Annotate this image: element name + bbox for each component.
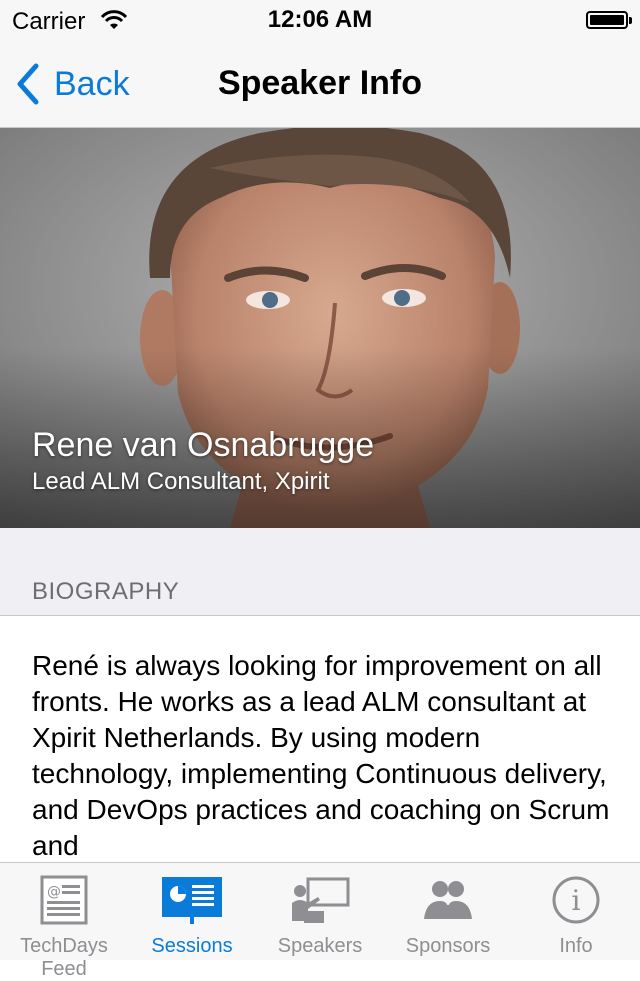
tab-techdays-feed[interactable]: @ TechDays Feed: [0, 863, 128, 980]
presentation-icon: [162, 877, 222, 924]
section-header: BIOGRAPHY: [0, 528, 640, 616]
group-icon: [424, 881, 472, 919]
tab-label: TechDays Feed: [20, 935, 108, 980]
news-feed-icon: @: [40, 875, 88, 925]
tab-label: Info: [559, 935, 593, 957]
tab-speakers[interactable]: Speakers: [256, 863, 384, 960]
navigation-bar: Back Speaker Info: [0, 40, 640, 128]
tab-label: Sessions: [151, 935, 233, 957]
tab-label: Speakers: [277, 935, 363, 957]
info-icon: i: [552, 876, 600, 924]
section-header-label: BIOGRAPHY: [32, 578, 180, 605]
tab-bar: @ TechDays Feed Sessions Speakers Sponso…: [0, 862, 640, 980]
speaker-podium-icon: [292, 877, 350, 923]
page-title: Speaker Info: [217, 64, 423, 102]
tab-label: Sponsors: [405, 935, 491, 957]
clock: 12:06 AM: [267, 6, 373, 33]
tab-sponsors[interactable]: Sponsors: [384, 863, 512, 960]
speaker-name: Rene van Osnabrugge: [32, 426, 375, 464]
status-bar: Carrier 12:06 AM: [0, 0, 640, 40]
tab-sessions[interactable]: Sessions: [128, 863, 256, 960]
speaker-title: Lead ALM Consultant, Xpirit: [32, 468, 330, 495]
tab-info[interactable]: i Info: [512, 863, 640, 960]
svg-text:@: @: [47, 884, 61, 900]
battery-icon: [586, 11, 632, 29]
svg-text:i: i: [572, 884, 581, 917]
biography-text: René is always looking for improvement o…: [32, 650, 610, 861]
